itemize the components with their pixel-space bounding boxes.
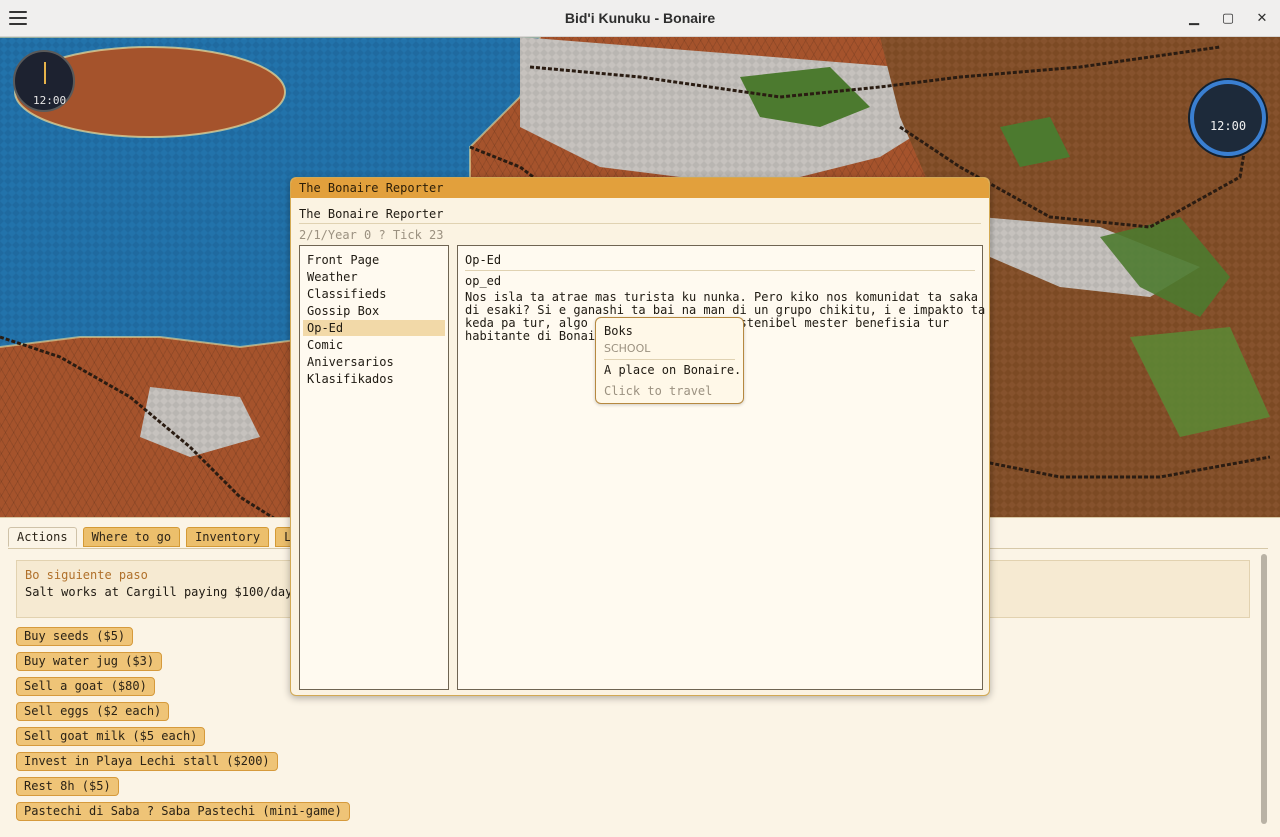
place-tooltip[interactable]: Boks SCHOOL A place on Bonaire. Click to… <box>595 317 744 404</box>
article-divider <box>465 270 975 271</box>
clock-right-time: 12:00 <box>1209 119 1247 133</box>
article-header: Op-Ed <box>465 253 502 267</box>
tab-bar: Actions Where to go Inventory Log <box>8 527 315 547</box>
newspaper-heading: The Bonaire Reporter <box>299 207 444 221</box>
time-clock-icon: 12:00 <box>1190 80 1266 156</box>
minimize-button[interactable]: ▁ <box>1185 9 1203 27</box>
reporter-dialog: The Bonaire Reporter The Bonaire Reporte… <box>290 177 990 696</box>
section-front-page[interactable]: Front Page <box>303 252 445 268</box>
article-key: op_ed <box>465 274 502 288</box>
tooltip-place-name: Boks <box>604 324 633 338</box>
heading-divider <box>299 223 981 224</box>
tab-inventory[interactable]: Inventory <box>186 527 270 547</box>
tooltip-description: A place on Bonaire. <box>604 363 742 377</box>
tooltip-place-type: SCHOOL <box>604 342 651 355</box>
day-clock-icon: 12:00 <box>13 50 75 112</box>
rest-button[interactable]: Rest 8h ($5) <box>16 777 119 796</box>
next-step-text: Salt works at Cargill paying $100/day. <box>25 585 300 599</box>
clock-hand-icon <box>44 62 46 84</box>
clock-left-time: 12:00 <box>33 94 67 107</box>
buy-water-jug-button[interactable]: Buy water jug ($3) <box>16 652 163 671</box>
section-classifieds[interactable]: Classifieds <box>303 286 445 302</box>
sell-goat-milk-button[interactable]: Sell goat milk ($5 each) <box>16 727 206 746</box>
dialog-title[interactable]: The Bonaire Reporter <box>291 178 989 198</box>
sell-eggs-button[interactable]: Sell eggs ($2 each) <box>16 702 170 721</box>
tab-where-to-go[interactable]: Where to go <box>82 527 181 547</box>
invest-stall-button[interactable]: Invest in Playa Lechi stall ($200) <box>16 752 278 771</box>
buy-seeds-button[interactable]: Buy seeds ($5) <box>16 627 134 646</box>
title-bar: Bid'i Kunuku - Bonaire ▁ ▢ ✕ <box>0 0 1280 37</box>
maximize-button[interactable]: ▢ <box>1219 9 1237 27</box>
section-op-ed[interactable]: Op-Ed <box>303 320 445 336</box>
section-klasifikados[interactable]: Klasifikados <box>303 371 445 387</box>
tooltip-hint: Click to travel <box>604 384 713 398</box>
sell-goat-button[interactable]: Sell a goat ($80) <box>16 677 155 696</box>
pastechi-minigame-button[interactable]: Pastechi di Saba ? Saba Pastechi (mini-g… <box>16 802 350 821</box>
section-gossip-box[interactable]: Gossip Box <box>303 303 445 319</box>
section-comic[interactable]: Comic <box>303 337 445 353</box>
section-weather[interactable]: Weather <box>303 269 445 285</box>
section-list: Front Page Weather Classifieds Gossip Bo… <box>299 245 449 690</box>
section-aniversarios[interactable]: Aniversarios <box>303 354 445 370</box>
tab-actions[interactable]: Actions <box>8 527 77 547</box>
tooltip-divider <box>604 359 735 360</box>
window-title: Bid'i Kunuku - Bonaire <box>564 10 716 26</box>
newspaper-date: 2/1/Year 0 ? Tick 23 <box>299 228 444 242</box>
article-panel: Op-Ed op_ed Nos isla ta atrae mas turist… <box>457 245 985 690</box>
close-button[interactable]: ✕ <box>1253 9 1271 27</box>
next-step-label: Bo siguiente paso <box>25 568 148 582</box>
actions-scrollbar[interactable] <box>1261 554 1267 824</box>
